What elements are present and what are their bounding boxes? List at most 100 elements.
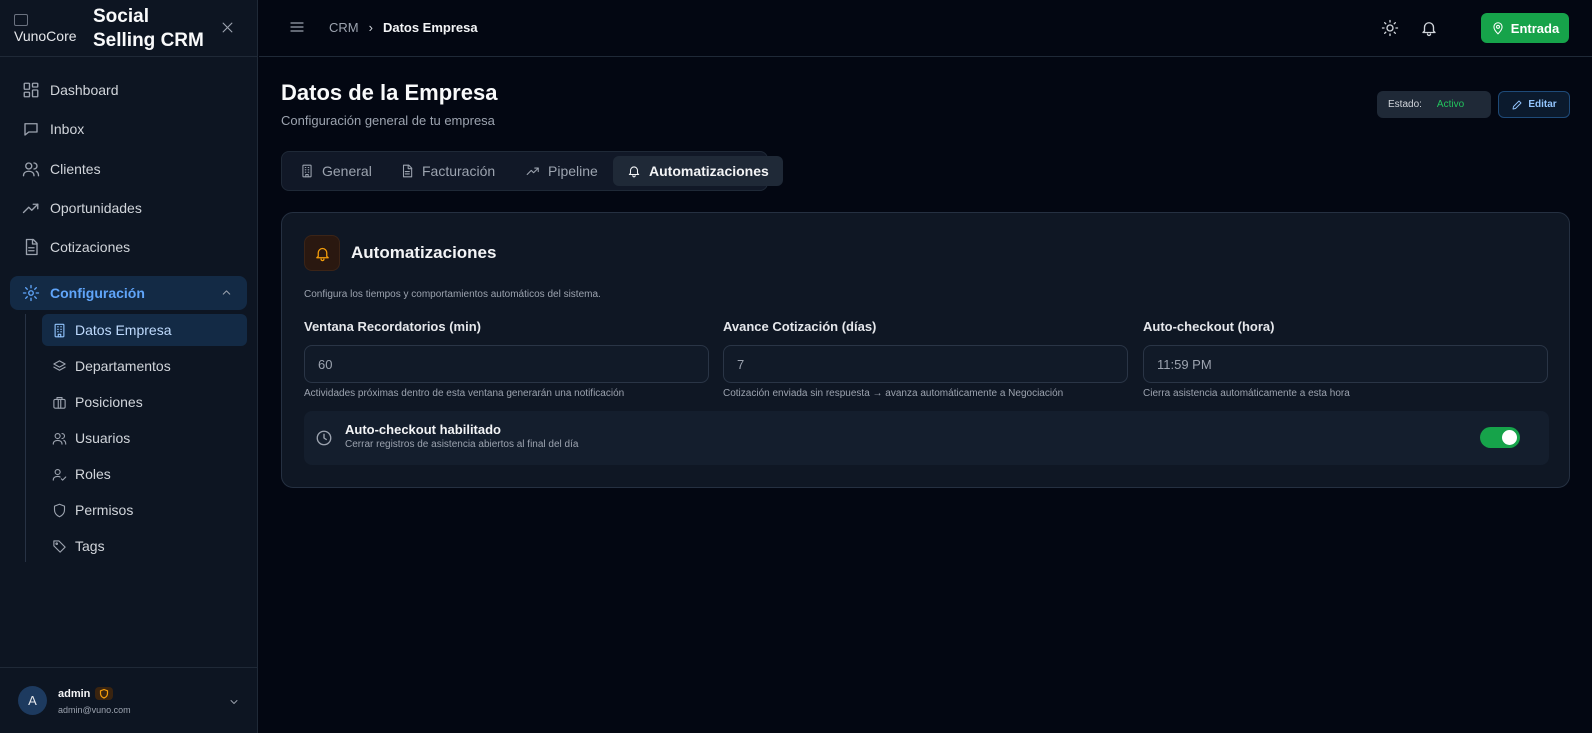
tab-label: Pipeline — [548, 163, 598, 179]
auto-checkout-time-field: Auto-checkout (hora) 11:59 PM Cierra asi… — [1143, 319, 1548, 399]
user-check-icon — [52, 467, 67, 482]
shield-icon — [52, 503, 67, 518]
sidebar-item-dashboard[interactable]: Dashboard — [10, 72, 247, 108]
sidebar-item-departamentos[interactable]: Departamentos — [42, 350, 247, 382]
breadcrumb-current: Datos Empresa — [382, 20, 478, 35]
sidebar-item-permisos[interactable]: Permisos — [42, 494, 247, 526]
quote-advance-input[interactable]: 7 — [723, 345, 1128, 383]
sidebar-item-label: Permisos — [75, 502, 134, 518]
file-icon — [400, 164, 414, 178]
close-icon[interactable] — [220, 20, 235, 35]
sidebar-item-label: Posiciones — [75, 394, 143, 410]
sidebar-item-label: Tags — [75, 538, 105, 554]
bell-icon — [304, 235, 340, 271]
toggle-title: Auto-checkout habilitado — [345, 422, 501, 437]
sidebar-item-label: Departamentos — [75, 358, 171, 374]
entrada-label: Entrada — [1510, 20, 1560, 36]
auto-checkout-toggle-row: Auto-checkout habilitado Cerrar registro… — [304, 411, 1549, 465]
auto-checkout-time-input[interactable]: 11:59 PM — [1143, 345, 1548, 383]
tab-facturacion[interactable]: Facturación — [386, 156, 509, 186]
sidebar: VunoCore Social Selling CRM Dashboard In… — [0, 0, 258, 733]
tab-general[interactable]: General — [286, 156, 386, 186]
sidebar-item-label: Oportunidades — [50, 199, 142, 216]
tab-automatizaciones[interactable]: Automatizaciones — [613, 156, 783, 186]
field-label: Auto-checkout (hora) — [1143, 319, 1275, 334]
sidebar-item-label: Inbox — [50, 121, 85, 138]
field-help: Cierra asistencia automáticamente a esta… — [1143, 388, 1350, 399]
brand-header: VunoCore Social Selling CRM — [0, 0, 257, 57]
broken-image-icon — [14, 14, 28, 26]
sidebar-item-label: Cotizaciones — [50, 239, 131, 256]
users-icon — [22, 160, 40, 178]
tab-label: Automatizaciones — [649, 163, 769, 179]
bell-icon[interactable] — [1420, 19, 1438, 37]
sun-icon[interactable] — [1381, 19, 1399, 37]
status-badge: Estado: Activo — [1377, 91, 1491, 118]
trending-up-icon — [22, 199, 40, 217]
menu-icon[interactable] — [289, 19, 305, 35]
grid-icon — [22, 81, 40, 99]
auto-checkout-switch[interactable] — [1480, 427, 1520, 448]
top-header: CRM › Datos Empresa Entrada — [259, 0, 1592, 57]
sidebar-subnav: Datos Empresa Departamentos Posiciones U… — [25, 314, 247, 562]
field-label: Ventana Recordatorios (min) — [304, 319, 481, 334]
sidebar-item-label: Clientes — [50, 160, 101, 177]
reminder-window-input[interactable]: 60 — [304, 345, 709, 383]
sidebar-item-oportunidades[interactable]: Oportunidades — [10, 190, 247, 226]
avatar: A — [18, 686, 47, 715]
layers-icon — [52, 359, 67, 374]
edit-label: Editar — [1528, 99, 1557, 110]
sidebar-item-inbox[interactable]: Inbox — [10, 111, 247, 147]
edit-button[interactable]: Editar — [1498, 91, 1570, 118]
tab-pipeline[interactable]: Pipeline — [512, 156, 612, 186]
toggle-description: Cerrar registros de asistencia abiertos … — [345, 439, 579, 450]
pencil-icon — [1511, 99, 1523, 111]
user-name: admin — [58, 688, 91, 700]
building-icon — [300, 164, 314, 178]
sidebar-item-usuarios[interactable]: Usuarios — [42, 422, 247, 454]
quote-advance-field: Avance Cotización (días) 7 Cotización en… — [723, 319, 1128, 399]
field-help: Actividades próximas dentro de esta vent… — [304, 388, 625, 399]
card-description: Configura los tiempos y comportamientos … — [304, 289, 601, 300]
clock-icon — [315, 429, 333, 447]
sidebar-item-clientes[interactable]: Clientes — [10, 151, 247, 187]
gear-icon — [22, 284, 40, 302]
breadcrumb-separator: › — [368, 20, 373, 35]
sidebar-item-datos-empresa[interactable]: Datos Empresa — [42, 314, 247, 346]
tab-label: Facturación — [422, 163, 496, 179]
breadcrumb-crm[interactable]: CRM — [329, 20, 359, 35]
reminder-window-field: Ventana Recordatorios (min) 60 Actividad… — [304, 319, 709, 399]
entrada-button[interactable]: Entrada — [1481, 13, 1569, 43]
bell-icon — [627, 164, 641, 178]
sidebar-item-roles[interactable]: Roles — [42, 458, 247, 490]
status-value: Activo — [1436, 99, 1465, 110]
user-menu[interactable]: A admin admin@vuno.com — [0, 667, 257, 733]
user-email: admin@vuno.com — [58, 705, 131, 715]
file-text-icon — [22, 238, 40, 256]
trending-up-icon — [526, 164, 540, 178]
sidebar-item-cotizaciones[interactable]: Cotizaciones — [10, 229, 247, 265]
automations-card: Automatizaciones Configura los tiempos y… — [281, 212, 1570, 488]
sidebar-group-configuracion[interactable]: Configuración — [10, 276, 247, 310]
switch-knob — [1502, 430, 1517, 445]
sidebar-item-label: Dashboard — [50, 82, 119, 98]
tag-icon — [52, 539, 67, 554]
field-help: Cotización enviada sin respuesta → avanz… — [723, 388, 1064, 399]
tab-bar: General Facturación Pipeline Automatizac… — [281, 151, 783, 191]
sidebar-item-label: Datos Empresa — [75, 322, 172, 338]
page-subtitle: Configuración general de tu empresa — [281, 113, 495, 128]
map-pin-icon — [1491, 21, 1505, 35]
page-title: Datos de la Empresa — [281, 80, 498, 105]
brand-logo: VunoCore — [14, 14, 77, 44]
sidebar-item-tags[interactable]: Tags — [42, 530, 247, 562]
admin-badge-icon — [95, 687, 113, 700]
status-label: Estado: — [1388, 99, 1422, 110]
brand-logo-alt: VunoCore — [14, 28, 77, 44]
chevron-down-icon — [228, 696, 240, 708]
tab-label: General — [322, 163, 372, 179]
field-label: Avance Cotización (días) — [723, 319, 877, 334]
sidebar-item-posiciones[interactable]: Posiciones — [42, 386, 247, 418]
breadcrumb: CRM › Datos Empresa — [329, 20, 478, 35]
building-icon — [52, 323, 67, 338]
chevron-up-icon — [220, 286, 233, 299]
